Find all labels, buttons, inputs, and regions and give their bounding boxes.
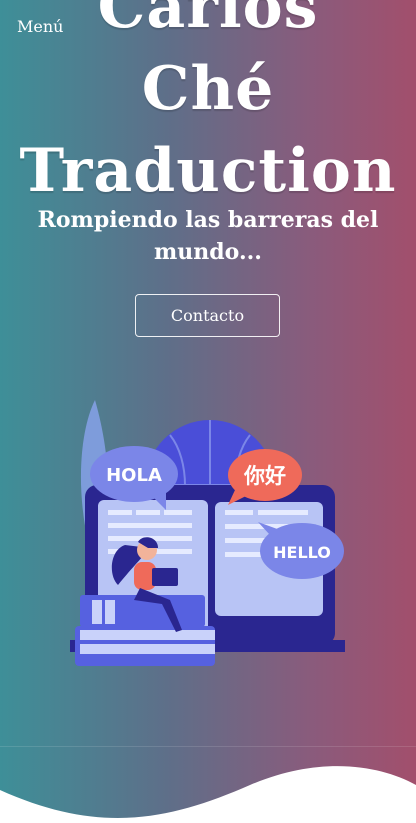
bubble-hola: HOLA <box>106 465 162 486</box>
translation-illustration: HOLA 你好 HELLO <box>70 400 345 666</box>
page-title: Carlos Ché Traduction <box>0 0 416 212</box>
title-line: Carlos <box>97 0 319 42</box>
hero-subtitle: Rompiendo las barreras del mundo... <box>37 207 379 265</box>
title-line: Ché <box>141 54 275 124</box>
title-line: Traduction <box>19 136 397 206</box>
bubble-hello: HELLO <box>273 543 331 562</box>
books-icon <box>75 595 215 666</box>
bubble-nihao: 你好 <box>243 464 286 488</box>
wave-divider <box>0 766 416 823</box>
contact-button[interactable]: Contacto <box>135 294 280 337</box>
section-divider <box>0 746 416 747</box>
